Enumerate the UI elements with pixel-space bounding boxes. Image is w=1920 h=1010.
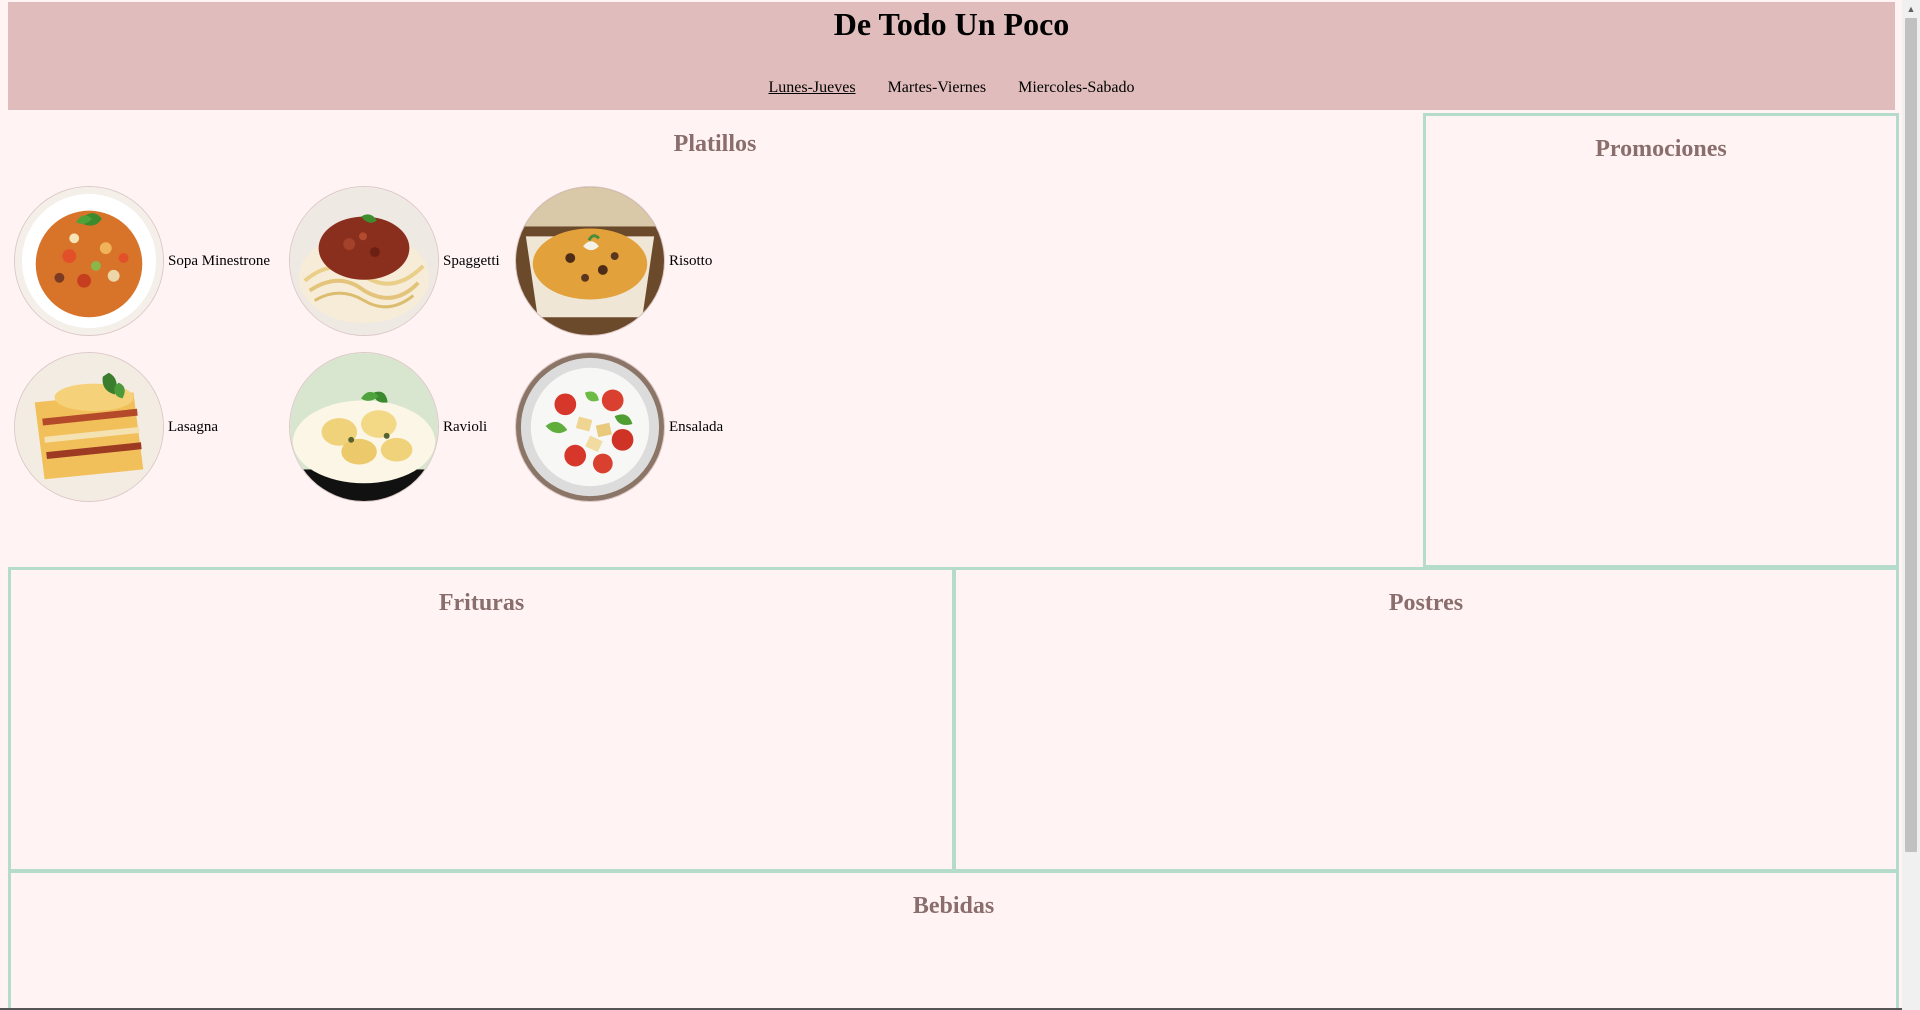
dish-name: Sopa Minestrone: [168, 252, 271, 269]
risotto-image: [515, 186, 665, 336]
salad-image: [515, 352, 665, 502]
scroll-up-arrow-icon[interactable]: ▲: [1902, 0, 1920, 17]
dish-item-spaggetti[interactable]: Spaggetti: [289, 186, 500, 336]
dish-name: Ensalada: [669, 418, 724, 435]
frituras-title: Frituras: [438, 590, 525, 616]
platillos-section: Platillos Sopa Minestrone Spaggetti Riso…: [8, 112, 1422, 566]
dish-item-ensalada[interactable]: Ensalada: [515, 352, 723, 502]
postres-section: Postres: [953, 567, 1899, 872]
dish-item-ravioli[interactable]: Ravioli: [289, 352, 487, 502]
vertical-scrollbar[interactable]: ▲: [1902, 0, 1920, 1010]
nav-link-lunes-jueves[interactable]: Lunes-Jueves: [768, 79, 855, 96]
promociones-title: Promociones: [1595, 136, 1727, 162]
dish-name: Spaggetti: [443, 252, 500, 269]
dish-item-sopa-minestrone[interactable]: Sopa Minestrone: [14, 186, 270, 336]
dish-name: Risotto: [669, 252, 713, 269]
lasagna-image: [14, 352, 164, 502]
dish-item-risotto[interactable]: Risotto: [515, 186, 712, 336]
ravioli-image: [289, 352, 439, 502]
spaghetti-image: [289, 186, 439, 336]
dish-name: Lasagna: [168, 418, 218, 435]
page: De Todo Un Poco Lunes-Jueves Martes-Vier…: [0, 0, 1920, 1010]
nav-link-miercoles-sabado[interactable]: Miercoles-Sabado: [1018, 79, 1134, 96]
promociones-section: Promociones: [1423, 113, 1899, 568]
nav-link-martes-viernes[interactable]: Martes-Viernes: [888, 79, 987, 96]
dish-name: Ravioli: [443, 418, 488, 435]
soup-image: [14, 186, 164, 336]
dish-item-lasagna[interactable]: Lasagna: [14, 352, 218, 502]
platillos-title: Platillos: [673, 131, 757, 157]
site-header: De Todo Un Poco Lunes-Jueves Martes-Vier…: [8, 2, 1895, 110]
postres-title: Postres: [1388, 590, 1464, 616]
main-nav: Lunes-Jueves Martes-Viernes Miercoles-Sa…: [8, 78, 1895, 98]
site-title: De Todo Un Poco: [833, 6, 1070, 42]
bebidas-title: Bebidas: [912, 893, 995, 919]
frituras-section: Frituras: [8, 567, 955, 872]
bebidas-section: Bebidas: [8, 870, 1899, 1010]
scroll-thumb[interactable]: [1905, 18, 1917, 852]
